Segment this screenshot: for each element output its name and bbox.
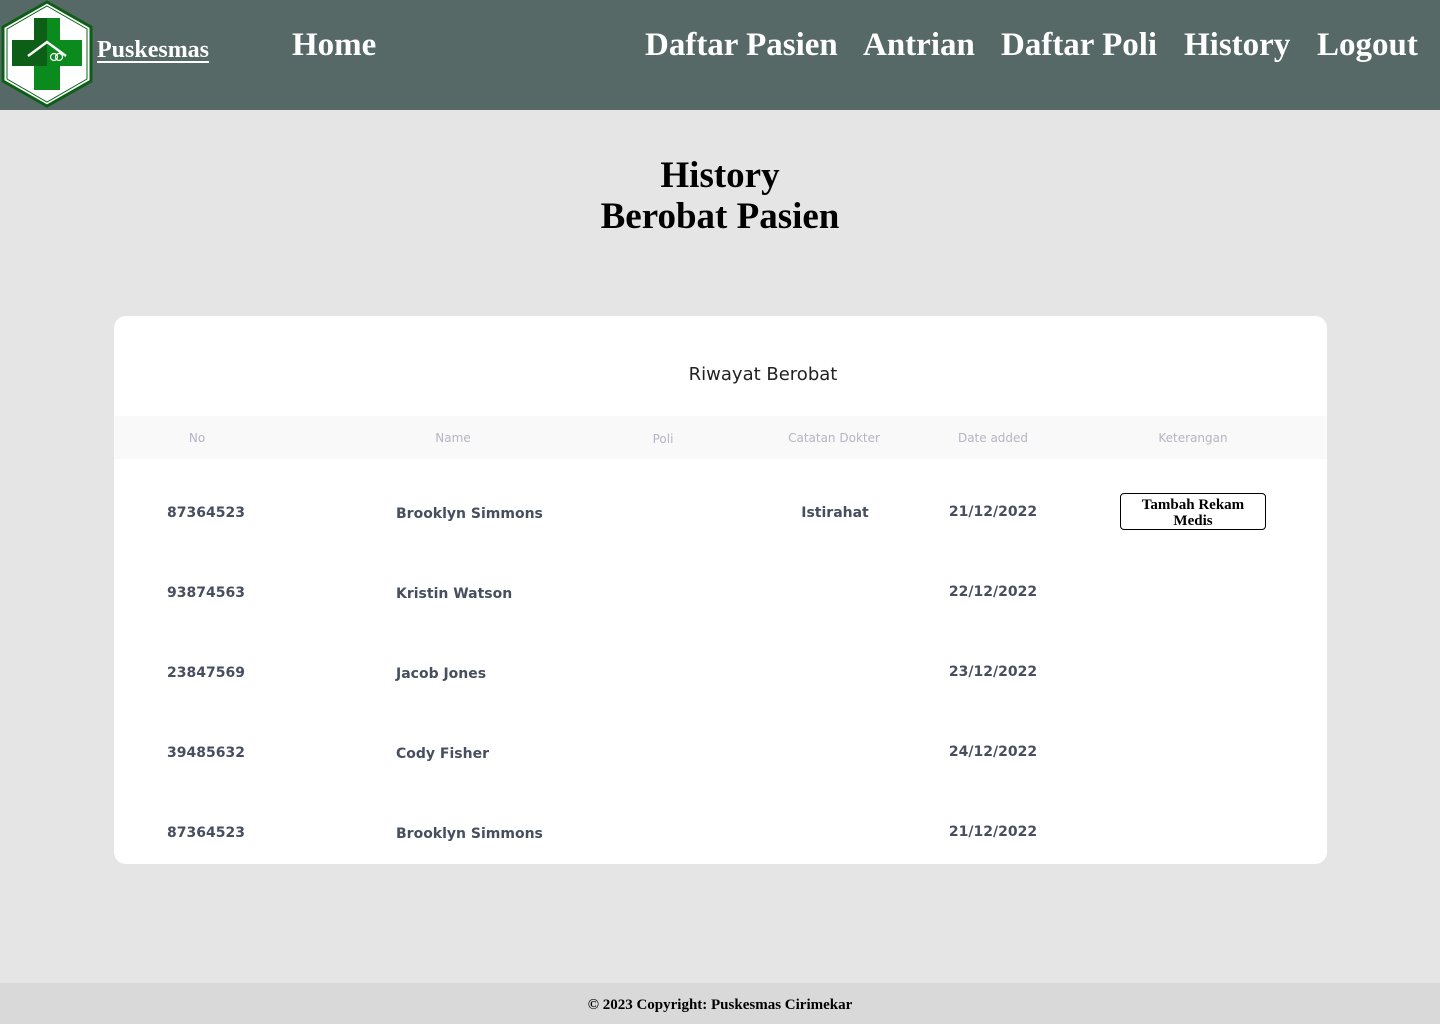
nav-home[interactable]: Home — [292, 27, 376, 64]
cell-name: Cody Fisher — [396, 746, 489, 762]
page-title-line2: Berobat Pasien — [600, 196, 840, 237]
column-header-catatan: Catatan Dokter — [788, 431, 880, 445]
nav-logout[interactable]: Logout — [1317, 27, 1418, 64]
column-header-name: Name — [435, 431, 471, 445]
cell-name: Brooklyn Simmons — [396, 826, 543, 842]
cell-date: 23/12/2022 — [948, 664, 1038, 680]
column-header-no: No — [188, 431, 206, 445]
cell-no: 39485632 — [167, 745, 245, 761]
table-row: 39485632 Cody Fisher 24/12/2022 — [114, 712, 1327, 792]
cell-name: Jacob Jones — [396, 666, 487, 682]
page-title-line1: History — [660, 155, 780, 196]
cell-no: 87364523 — [167, 505, 245, 521]
nav-history[interactable]: History — [1184, 27, 1290, 64]
tambah-rekam-medis-button[interactable]: Tambah Rekam Medis — [1120, 493, 1266, 530]
table-header: No Name Poli Catatan Dokter Date added K… — [114, 416, 1327, 459]
nav-antrian[interactable]: Antrian — [863, 27, 975, 64]
column-header-keterangan: Keterangan — [1158, 431, 1228, 445]
cell-date: 24/12/2022 — [948, 744, 1038, 760]
cell-name: Brooklyn Simmons — [396, 506, 543, 522]
cell-no: 93874563 — [167, 585, 245, 601]
cell-name: Kristin Watson — [396, 586, 513, 602]
column-header-date: Date added — [957, 431, 1029, 445]
brand-link[interactable]: Puskesmas — [97, 37, 209, 64]
cell-no: 87364523 — [167, 825, 245, 841]
footer: © 2023 Copyright: Puskesmas Cirimekar — [0, 983, 1440, 1024]
nav-daftar-poli[interactable]: Daftar Poli — [1001, 27, 1157, 64]
cell-date: 21/12/2022 — [948, 824, 1038, 840]
table-title: Riwayat Berobat — [688, 364, 838, 385]
page-title: History Berobat Pasien — [0, 155, 1440, 237]
table-row: 87364523 Brooklyn Simmons 21/12/2022 — [114, 792, 1327, 872]
cell-catatan: Istirahat — [801, 505, 869, 521]
table-row: 87364523 Brooklyn Simmons Istirahat 21/1… — [114, 472, 1327, 552]
column-header-poli: Poli — [652, 432, 674, 446]
history-card: Riwayat Berobat No Name Poli Catatan Dok… — [114, 316, 1327, 864]
navbar: Puskesmas Home Daftar Pasien Antrian Daf… — [0, 0, 1440, 110]
cell-no: 23847569 — [167, 665, 245, 681]
table-row: 93874563 Kristin Watson 22/12/2022 — [114, 552, 1327, 632]
puskesmas-logo-icon[interactable] — [0, 0, 94, 108]
cell-date: 22/12/2022 — [948, 584, 1038, 600]
footer-copyright: © 2023 Copyright: Puskesmas Cirimekar — [587, 997, 853, 1013]
table-row: 23847569 Jacob Jones 23/12/2022 — [114, 632, 1327, 712]
nav-daftar-pasien[interactable]: Daftar Pasien — [645, 27, 838, 64]
cell-date: 21/12/2022 — [948, 504, 1038, 520]
